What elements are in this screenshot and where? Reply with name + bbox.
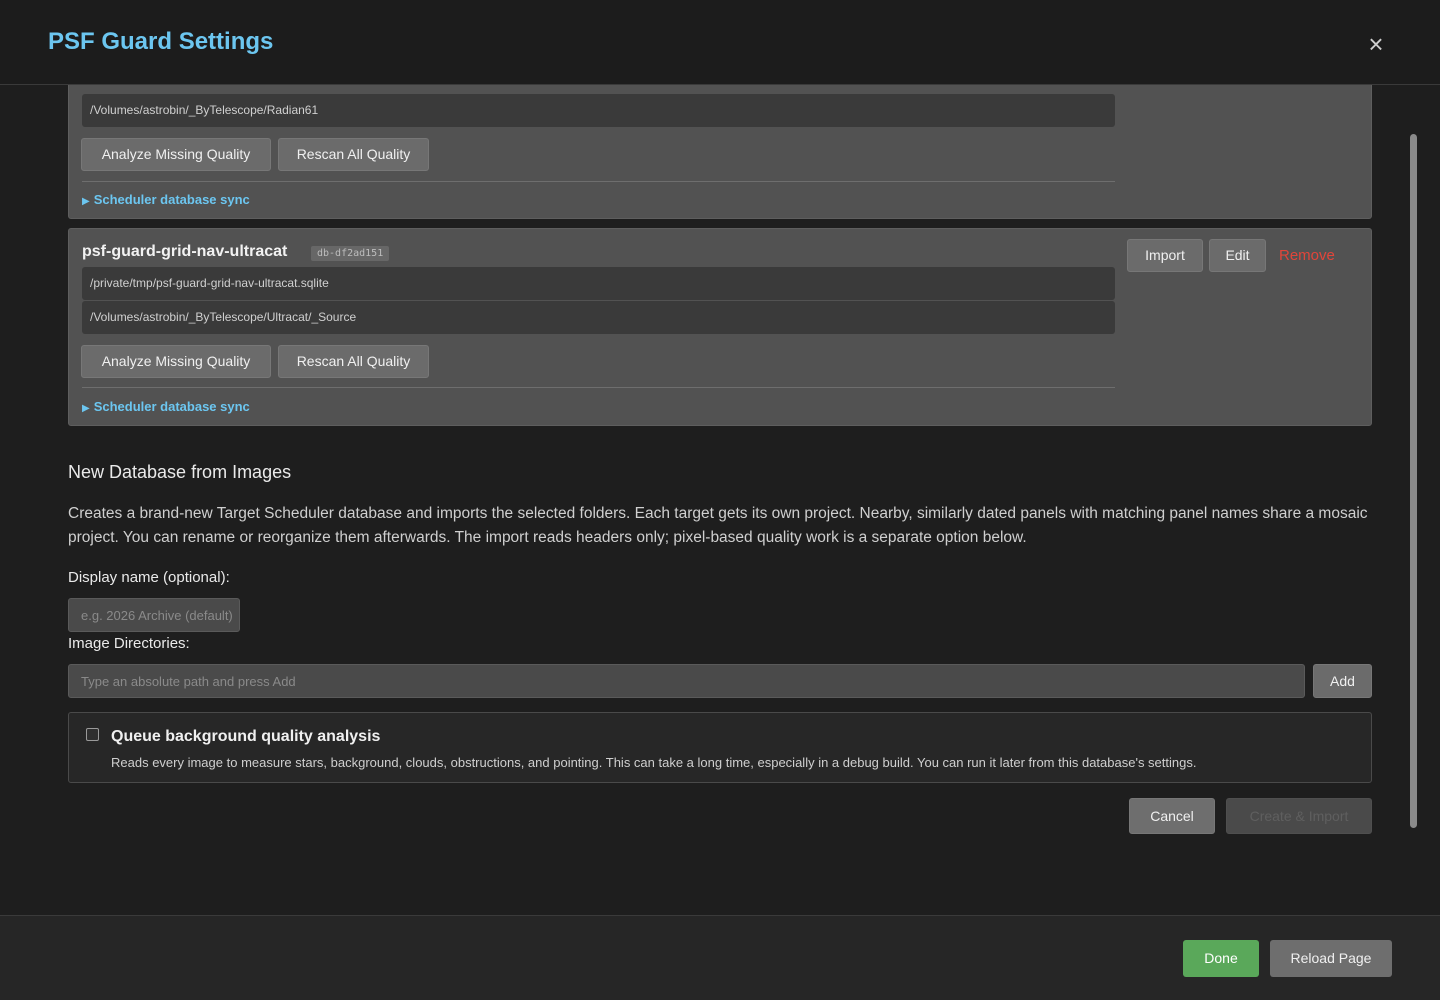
database-card-radian61: /Volumes/astrobin/_ByTelescope/Radian61 …: [68, 85, 1372, 219]
edit-button[interactable]: Edit: [1209, 239, 1266, 272]
add-directory-button[interactable]: Add: [1313, 664, 1372, 698]
analyze-missing-quality-button[interactable]: Analyze Missing Quality: [81, 345, 271, 378]
scheduler-sync-toggle[interactable]: ▶ Scheduler database sync: [82, 192, 250, 207]
image-directories-label: Image Directories:: [68, 635, 190, 652]
import-button[interactable]: Import: [1127, 239, 1203, 272]
card-divider: [82, 387, 1115, 388]
remove-button[interactable]: Remove: [1279, 247, 1335, 264]
scheduler-sync-label: Scheduler database sync: [93, 192, 250, 207]
close-icon[interactable]: ×: [1364, 30, 1388, 58]
display-name-label: Display name (optional):: [68, 569, 230, 586]
section-description: Creates a brand-new Target Scheduler dat…: [68, 505, 1368, 546]
rescan-all-quality-button[interactable]: Rescan All Quality: [278, 138, 429, 171]
scrollbar[interactable]: [1410, 134, 1417, 828]
done-button[interactable]: Done: [1183, 940, 1259, 977]
database-card-ultracat: psf-guard-grid-nav-ultracat db-df2ad151 …: [68, 228, 1372, 426]
queue-analysis-title: Queue background quality analysis: [111, 728, 381, 745]
queue-analysis-description: Reads every image to measure stars, back…: [111, 755, 1197, 770]
scheduler-sync-toggle[interactable]: ▶ Scheduler database sync: [82, 399, 250, 414]
display-name-input[interactable]: [68, 598, 240, 632]
queue-analysis-option: Queue background quality analysis Reads …: [68, 712, 1372, 783]
image-path-field: /Volumes/astrobin/_ByTelescope/Ultracat/…: [82, 301, 1115, 334]
reload-page-button[interactable]: Reload Page: [1270, 940, 1392, 977]
dialog-footer: Done Reload Page: [0, 915, 1440, 1000]
database-id-badge: db-df2ad151: [311, 246, 390, 261]
card-divider: [82, 181, 1115, 182]
database-path-field: /private/tmp/psf-guard-grid-nav-ultracat…: [82, 267, 1115, 300]
dialog-title: PSF Guard Settings: [48, 28, 274, 55]
dialog-header: PSF Guard Settings ×: [0, 0, 1440, 85]
queue-analysis-checkbox[interactable]: [86, 728, 99, 741]
database-name: psf-guard-grid-nav-ultracat: [82, 243, 288, 260]
rescan-all-quality-button[interactable]: Rescan All Quality: [278, 345, 429, 378]
image-path-field: /Volumes/astrobin/_ByTelescope/Radian61: [82, 94, 1115, 127]
section-heading: New Database from Images: [68, 462, 292, 482]
create-import-button[interactable]: Create & Import: [1226, 798, 1372, 834]
image-directory-input[interactable]: [68, 664, 1305, 698]
triangle-right-icon: ▶: [82, 403, 90, 414]
triangle-right-icon: ▶: [82, 196, 90, 207]
analyze-missing-quality-button[interactable]: Analyze Missing Quality: [81, 138, 271, 171]
cancel-button[interactable]: Cancel: [1129, 798, 1215, 834]
scheduler-sync-label: Scheduler database sync: [93, 399, 250, 414]
settings-content[interactable]: /Volumes/astrobin/_ByTelescope/Radian61 …: [0, 85, 1440, 915]
